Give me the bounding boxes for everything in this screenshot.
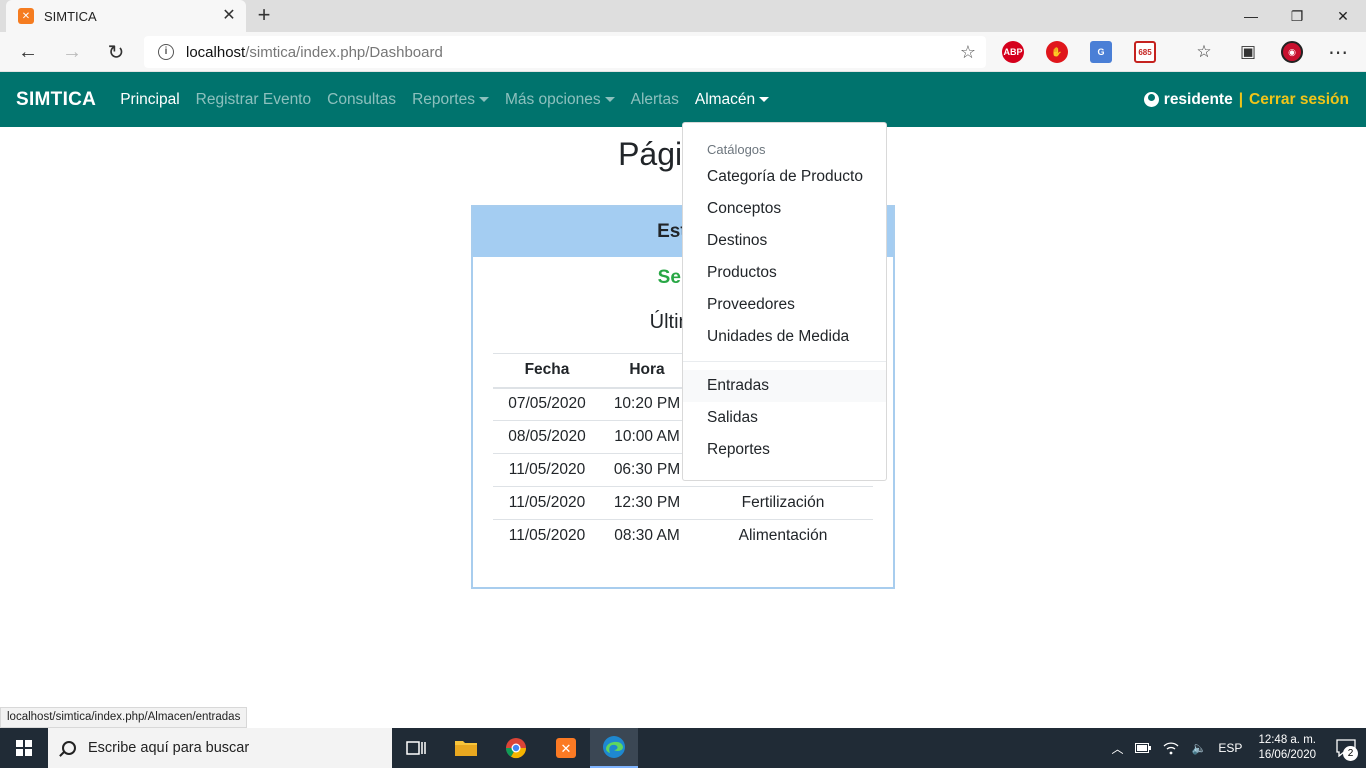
dropdown-item-reportes[interactable]: Reportes [683, 434, 886, 466]
clock-time: 12:48 a. m. [1258, 734, 1316, 746]
nav-item-reportes[interactable]: Reportes [404, 91, 497, 109]
search-icon [62, 741, 76, 755]
caret-down-icon [604, 97, 615, 102]
url-input[interactable]: i localhost/simtica/index.php/Dashboard … [144, 36, 986, 68]
minimize-icon[interactable]: — [1228, 0, 1274, 32]
table-row: 11/05/2020 08:30 AM Alimentación [493, 519, 873, 553]
cell-fecha: 07/05/2020 [508, 395, 586, 413]
wifi-icon[interactable] [1157, 741, 1185, 755]
adblock-plus-icon[interactable]: ABP [1002, 41, 1024, 63]
almacen-dropdown-menu: Catálogos Categoría de Producto Concepto… [682, 122, 887, 481]
cell-hora: 06:30 PM [601, 453, 693, 487]
cell-hora: 10:00 AM [601, 420, 693, 454]
cell-hora: 10:20 PM [613, 395, 681, 413]
gmail-icon[interactable]: 685 [1134, 41, 1156, 63]
dropdown-item-salidas[interactable]: Salidas [683, 402, 886, 434]
browser-tab[interactable]: ✕ SIMTICA ✕ [6, 0, 246, 32]
task-view-icon[interactable] [392, 728, 440, 768]
window-controls: — ❐ ✕ [1228, 0, 1366, 32]
user-area: residente | Cerrar sesión [1143, 72, 1349, 127]
dropdown-item-conceptos[interactable]: Conceptos [683, 193, 886, 225]
ublock-icon[interactable]: ✋ [1046, 41, 1068, 63]
cell-evento: Alimentación [693, 519, 873, 553]
windows-taskbar: Escribe aquí para buscar ✕ ︿ 🔈 ESP 12:48… [0, 728, 1366, 768]
nav-item-almacen[interactable]: Almacén [687, 91, 777, 109]
user-circle-icon [1143, 92, 1159, 107]
battery-icon[interactable] [1129, 743, 1157, 753]
separator: | [1238, 90, 1244, 108]
xampp-icon[interactable]: ✕ [542, 728, 590, 768]
search-placeholder: Escribe aquí para buscar [88, 740, 250, 756]
nav-item-alertas[interactable]: Alertas [623, 91, 687, 109]
cell-fecha: 11/05/2020 [493, 453, 601, 487]
tab-title: SIMTICA [44, 8, 97, 24]
xampp-favicon-icon: ✕ [18, 8, 34, 24]
url-host: localhost [186, 43, 246, 61]
table-row: 11/05/2020 12:30 PM Fertilización [493, 486, 873, 520]
nav-item-principal[interactable]: Principal [112, 91, 187, 109]
caret-down-icon [759, 97, 770, 102]
site-info-icon[interactable]: i [158, 44, 174, 60]
edge-browser-icon[interactable] [590, 728, 638, 768]
address-toolbar: ← → ↻ i localhost/simtica/index.php/Dash… [0, 32, 1366, 72]
browser-tab-strip: ✕ SIMTICA ✕ + — ❐ ✕ [0, 0, 1366, 32]
column-header-fecha: Fecha [493, 353, 601, 389]
cell-fecha: 11/05/2020 [493, 519, 601, 553]
caret-down-icon [478, 97, 489, 102]
new-tab-button[interactable]: + [252, 4, 276, 28]
app-navbar: SIMTICA Principal Registrar Evento Consu… [0, 72, 1366, 127]
dropdown-divider [683, 361, 886, 362]
volume-icon[interactable]: 🔈 [1185, 741, 1212, 755]
chevron-up-icon[interactable]: ︿ [1105, 740, 1129, 757]
svg-text:✕: ✕ [561, 742, 572, 757]
notification-count-badge: 2 [1343, 746, 1358, 761]
start-button[interactable] [0, 728, 48, 768]
clock-date: 16/06/2020 [1258, 749, 1316, 761]
profile-avatar[interactable]: ◉ [1281, 41, 1303, 63]
close-tab-icon[interactable]: ✕ [220, 7, 238, 25]
translate-icon[interactable]: G [1090, 41, 1112, 63]
cell-hora: 12:30 PM [601, 486, 693, 520]
language-indicator[interactable]: ESP [1212, 741, 1248, 755]
dropdown-item-proveedores[interactable]: Proveedores [683, 289, 886, 321]
favorite-star-icon[interactable]: ☆ [960, 42, 976, 63]
logout-link[interactable]: Cerrar sesión [1249, 91, 1349, 109]
back-arrow-icon[interactable]: ← [14, 38, 42, 66]
dropdown-item-productos[interactable]: Productos [683, 257, 886, 289]
cell-hora: 08:30 AM [601, 519, 693, 553]
column-header-hora: Hora [601, 353, 693, 389]
url-path: /simtica/index.php/Dashboard [245, 43, 443, 61]
brand-logo[interactable]: SIMTICA [16, 89, 96, 111]
chrome-dev-icon[interactable] [492, 728, 540, 768]
dropdown-header-catalogos: Catálogos [707, 142, 766, 157]
windows-logo-icon [16, 740, 32, 756]
collections-icon[interactable]: ▣ [1234, 38, 1262, 66]
favorites-icon[interactable]: ☆ [1190, 38, 1218, 66]
more-menu-icon[interactable]: ⋯ [1324, 38, 1352, 66]
taskbar-search-input[interactable]: Escribe aquí para buscar [48, 728, 392, 768]
restore-icon[interactable]: ❐ [1274, 0, 1320, 32]
link-status-bar: localhost/simtica/index.php/Almacen/entr… [0, 707, 248, 728]
cell-fecha: 11/05/2020 [493, 486, 601, 520]
nav-item-consultas[interactable]: Consultas [319, 91, 404, 109]
dropdown-item-categoria-producto[interactable]: Categoría de Producto [683, 161, 886, 193]
file-explorer-icon[interactable] [442, 728, 490, 768]
cell-fecha: 08/05/2020 [493, 420, 601, 454]
close-window-icon[interactable]: ✕ [1320, 0, 1366, 32]
dropdown-item-entradas[interactable]: Entradas [683, 370, 886, 402]
clock[interactable]: 12:48 a. m. 16/06/2020 [1248, 733, 1326, 763]
forward-arrow-icon[interactable]: → [58, 38, 86, 66]
nav-item-mas-opciones[interactable]: Más opciones [497, 91, 623, 109]
dropdown-item-unidades-medida[interactable]: Unidades de Medida [683, 321, 886, 353]
nav-menu: Principal Registrar Evento Consultas Rep… [112, 91, 777, 109]
system-tray: ︿ 🔈 ESP 12:48 a. m. 16/06/2020 2 [1105, 728, 1366, 768]
cell-evento: Fertilización [693, 486, 873, 520]
refresh-icon[interactable]: ↻ [102, 38, 130, 66]
dropdown-item-destinos[interactable]: Destinos [683, 225, 886, 257]
notification-center-icon[interactable]: 2 [1326, 728, 1366, 768]
nav-item-registrar-evento[interactable]: Registrar Evento [188, 91, 319, 109]
user-name[interactable]: residente [1164, 91, 1233, 109]
